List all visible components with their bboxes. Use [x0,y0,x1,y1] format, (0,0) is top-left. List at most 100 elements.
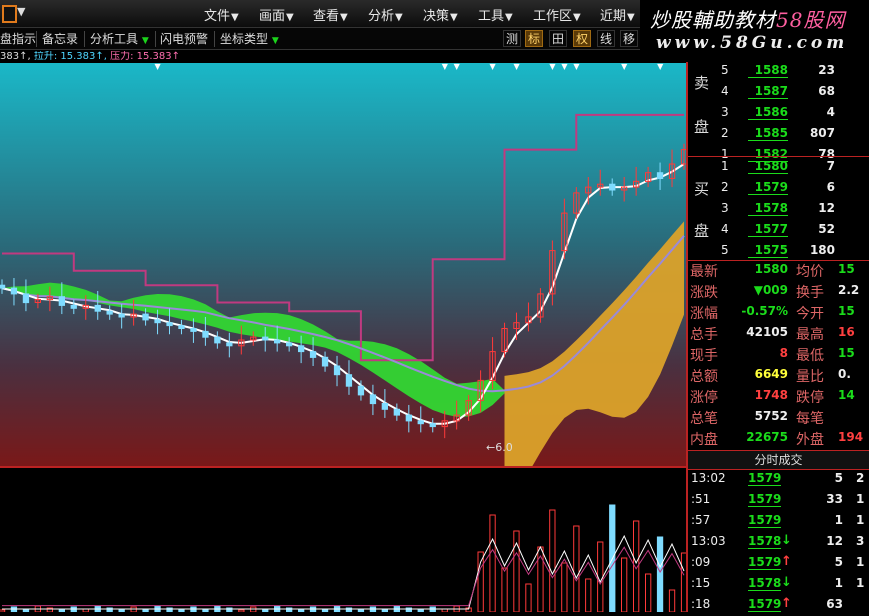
level-volume: 23 [818,63,835,77]
brand-title-highlight: 58股网 [776,8,846,32]
sell-level-row[interactable]: 5 1588 23 [688,62,869,82]
brand-title: 炒股輔助教材58股网 [650,4,845,33]
menu-item-6[interactable]: 工作区▼ [533,5,581,24]
volume-chart[interactable] [0,468,688,613]
menu-item-label: 工具 [478,9,505,24]
candle-body [118,313,125,318]
stat-label: 涨跌 [690,285,718,301]
toolbar-item-flash-alert[interactable]: 闪电预警 [160,30,208,47]
level-volume: 807 [809,126,835,140]
tick-volume: 5 [834,555,843,569]
candle-body [298,345,305,353]
level-price: 1587 [748,84,788,99]
ticks-header[interactable]: 分时成交 [688,450,869,470]
stat-row: 总额 6649 量比 0. [688,366,869,387]
toolbar-item-axis-type-label: 坐标类型 [220,32,269,46]
stat-value: 22675 [746,430,788,444]
toolbar-button-rights[interactable]: 权 [573,30,591,47]
buy-level-row[interactable]: 3 1578 12 [688,200,869,220]
chevron-down-icon: ▼ [340,12,348,23]
menu-item-4[interactable]: 决策▼ [423,5,458,24]
volume-bar [501,567,508,613]
stat-value: 1580 [754,262,788,276]
toolbar-item-memo[interactable]: 备忘录 [42,30,78,47]
stat-row: 最新 1580 均价 15 [688,261,869,282]
tick-volume: 12 [826,534,843,548]
toolbar-item-analysis-tools[interactable]: 分析工具 ▼ [90,30,149,47]
candle-body [609,183,616,191]
volume-bar [621,557,628,613]
volume-chart-svg [0,504,688,613]
chart-annotation: ←6.0 [486,441,513,454]
candle-body [214,336,221,344]
signal-marker: ▼ [513,63,520,71]
tick-row[interactable]: 13:02 1579 5 2 [688,469,869,490]
toolbar-button-move[interactable]: 移 [620,30,638,47]
menu-item-label: 查看 [313,9,340,24]
panel-divider[interactable] [686,62,688,612]
tick-price: 1579 [748,555,782,570]
signal-marker: ▼ [573,63,580,71]
buy-level-row[interactable]: 5 1575 180 [688,242,869,262]
app-icon[interactable] [2,5,17,23]
signal-marker: ▼ [561,63,568,71]
volume-bar [525,583,532,613]
tick-row[interactable]: :51 1579 33 1 [688,490,869,511]
menu-item-3[interactable]: 分析▼ [368,5,403,24]
level-volume: 6 [826,180,835,194]
price-chart[interactable]: ▼ ▼ ▼ ▼ ▼ ▼ ▼ ▼ ▼ ▼ ←6.0 [0,62,688,506]
menu-item-0[interactable]: 文件▼ [204,5,239,24]
stat-label: 涨幅 [690,306,718,322]
toolbar-divider [155,31,156,47]
tick-row[interactable]: 13:03 1578 ↓ 12 3 [688,532,869,553]
level-volume: 180 [809,243,835,257]
level-number: 4 [721,222,729,236]
candle-body [286,342,293,347]
menu-item-1[interactable]: 画面▼ [259,5,294,24]
app-menu-chevron-icon[interactable]: ▼ [17,5,25,18]
toolbar-item-analysis-tools-label: 分析工具 [90,32,139,46]
candle-body [94,304,101,312]
signal-marker: ▼ [442,63,449,71]
order-book-divider [688,156,869,157]
toolbar-button-line[interactable]: 线 [597,30,615,47]
stat-value: 6649 [754,367,788,381]
volume-bar [561,562,568,613]
indicator-readout: 383↑, 拉升: 15.383↑, 压力: 15.383↑ [0,51,640,63]
tick-direction-arrow-icon: ↓ [781,575,792,590]
chevron-down-icon: ▼ [573,12,581,23]
toolbar-item-indicator[interactable]: 盘指示 [0,30,36,47]
sell-level-row[interactable]: 2 1585 807 [688,125,869,145]
candle-body [106,310,113,315]
stat-value: 5752 [754,409,788,423]
toolbar-item-axis-type[interactable]: 坐标类型 ▼ [220,30,279,47]
tick-row[interactable]: :15 1578 ↓ 1 1 [688,574,869,595]
toolbar-button-mark[interactable]: 标 [525,30,543,47]
menu-item-2[interactable]: 查看▼ [313,5,348,24]
candle-body [202,330,209,338]
volume-bar [489,514,496,613]
menu-item-7[interactable]: 近期▼ [600,5,635,24]
tick-trades: 1 [856,555,865,569]
candle-body [22,293,30,304]
buy-level-row[interactable]: 1 1580 7 [688,158,869,178]
candle-body [154,319,161,324]
tick-row[interactable]: :57 1579 1 1 [688,511,869,532]
menu-item-5[interactable]: 工具▼ [478,5,513,24]
toolbar-button-grid[interactable]: 田 [549,30,567,47]
tick-time: 13:02 [691,471,726,485]
stat-label: 最低 [796,348,824,364]
tick-row[interactable]: :09 1579 ↑ 5 1 [688,553,869,574]
tick-row[interactable]: :18 1579 ↑ 63 [688,595,869,616]
sell-level-row[interactable]: 4 1587 68 [688,83,869,103]
tick-time: :18 [691,597,711,611]
stat-label: 最高 [796,327,824,343]
toolbar-button-measure[interactable]: 测 [503,30,521,47]
sell-level-row[interactable]: 3 1586 4 [688,104,869,124]
level-number: 4 [721,84,729,98]
stat-row: 总手 42105 最高 16 [688,324,869,345]
buy-level-row[interactable]: 4 1577 52 [688,221,869,241]
stat-label: 跌停 [796,390,824,406]
stat-row: 内盘 22675 外盘 194 [688,429,869,450]
buy-level-row[interactable]: 2 1579 6 [688,179,869,199]
